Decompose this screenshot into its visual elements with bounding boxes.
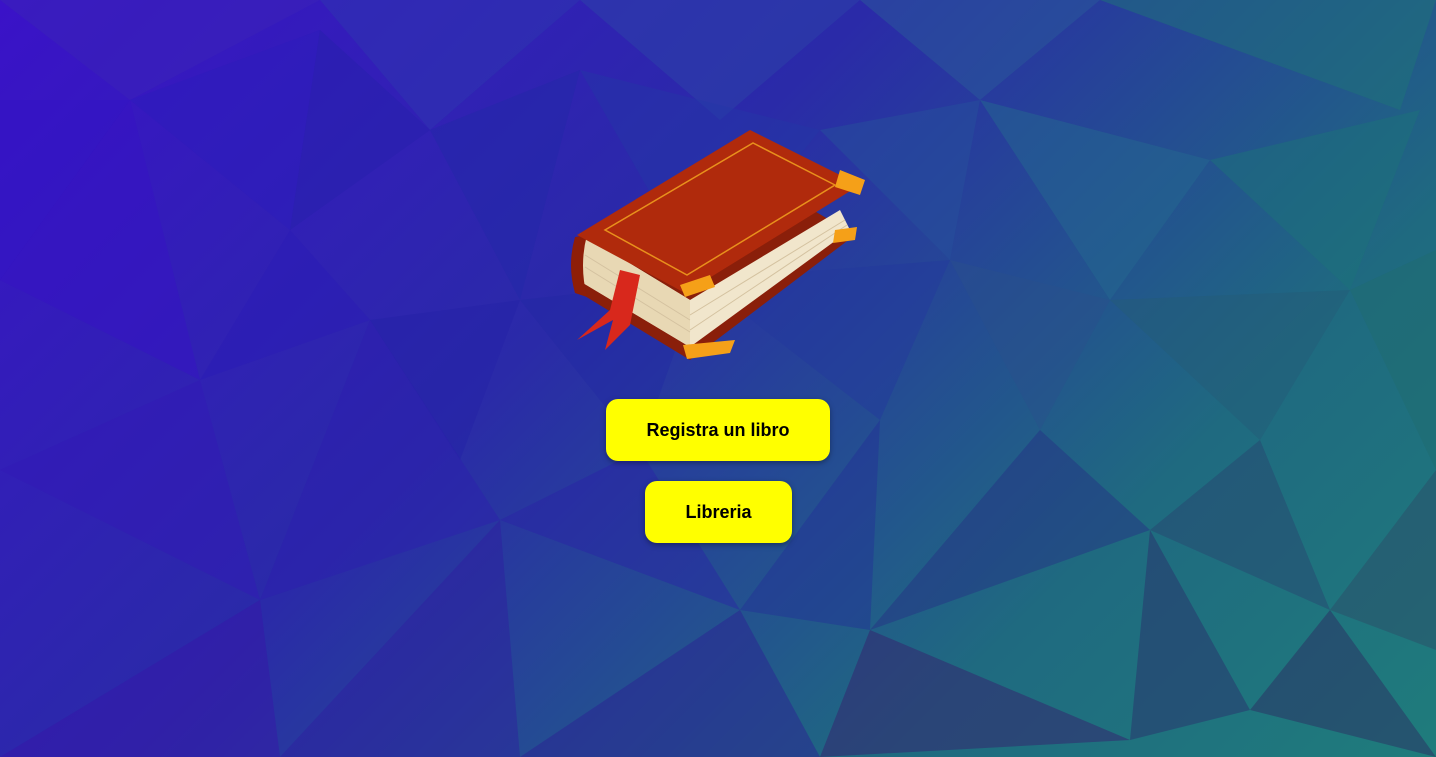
background xyxy=(0,0,1436,757)
library-button[interactable]: Libreria xyxy=(645,481,792,543)
polygon-background-pattern xyxy=(0,0,1436,757)
register-book-button[interactable]: Registra un libro xyxy=(606,399,830,461)
book-icon xyxy=(565,125,870,365)
